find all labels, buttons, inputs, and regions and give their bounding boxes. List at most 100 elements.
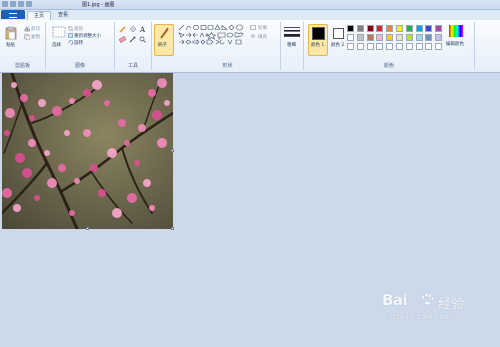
palette-swatch[interactable] xyxy=(425,25,433,32)
fill-shape-icon xyxy=(250,34,256,39)
undo-icon[interactable] xyxy=(18,1,24,7)
rainbow-icon xyxy=(449,25,463,37)
resize-handle-bottom[interactable] xyxy=(86,227,89,230)
brushes-label: 刷子 xyxy=(158,43,167,48)
tools-group-label: 工具 xyxy=(127,63,138,69)
resize-button[interactable]: 重新调整大小 xyxy=(74,33,101,39)
cut-button[interactable]: 剪切 xyxy=(31,26,40,32)
watermark-url: jingyan.baidu.com xyxy=(386,313,456,321)
palette-swatch[interactable] xyxy=(405,25,413,32)
paste-icon[interactable] xyxy=(5,26,17,40)
shapes-group-label: 形状 xyxy=(222,63,233,69)
palette-swatch[interactable] xyxy=(415,25,423,32)
palette-swatch[interactable] xyxy=(405,34,413,41)
save-icon[interactable] xyxy=(10,1,16,7)
palette-swatch[interactable] xyxy=(376,43,384,50)
edit-colors-button[interactable]: 编辑颜色 xyxy=(446,41,464,47)
palette-swatch[interactable] xyxy=(425,43,433,50)
size-button[interactable]: 粗细 xyxy=(287,42,296,48)
resize-icon xyxy=(68,33,73,38)
palette-swatch[interactable] xyxy=(366,34,374,41)
copy-button[interactable]: 复制 xyxy=(31,34,40,40)
palette-swatch[interactable] xyxy=(366,25,374,32)
image-group-label: 图像 xyxy=(74,63,85,69)
rotate-button[interactable]: 旋转 xyxy=(74,40,83,46)
tab-view[interactable]: 查看 xyxy=(52,11,74,20)
palette-swatch[interactable] xyxy=(405,43,413,50)
palette-swatch[interactable] xyxy=(376,25,384,32)
size-group: 粗细 xyxy=(281,22,304,70)
crop-button[interactable]: 裁剪 xyxy=(74,26,83,32)
palette-swatch[interactable] xyxy=(396,25,403,32)
window-title: 图1.jpg - 画图 xyxy=(82,2,115,8)
palette-swatch[interactable] xyxy=(347,25,354,32)
redo-icon[interactable] xyxy=(26,1,32,7)
colors-group-label: 颜色 xyxy=(383,63,394,69)
color2-swatch xyxy=(333,28,344,39)
select-button[interactable]: 选择 xyxy=(52,42,61,48)
palette-swatch[interactable] xyxy=(347,43,354,50)
scissors-icon xyxy=(24,26,30,32)
palette-swatch[interactable] xyxy=(386,25,394,32)
color1-swatch xyxy=(312,27,325,40)
resize-handle-corner[interactable] xyxy=(171,227,174,230)
quick-access-toolbar xyxy=(2,1,32,7)
color1-label: 颜色 1 xyxy=(311,43,325,48)
outline-icon xyxy=(250,25,256,30)
menu-icon xyxy=(9,13,17,18)
pencil-icon[interactable] xyxy=(119,26,126,33)
palette-swatch[interactable] xyxy=(425,34,433,41)
shapes-gallery-icons xyxy=(178,24,244,45)
palette-swatch[interactable] xyxy=(356,34,364,41)
ribbon-tab-row xyxy=(0,10,500,20)
palette-swatch[interactable] xyxy=(435,34,443,41)
image-group: 选择 裁剪 重新调整大小 旋转 图像 xyxy=(46,22,115,70)
svg-text:A: A xyxy=(139,26,146,33)
palette-swatch[interactable] xyxy=(366,43,374,50)
palette-swatch[interactable] xyxy=(435,25,443,32)
watermark-brand: Bai xyxy=(382,291,408,309)
select-icon[interactable] xyxy=(52,26,66,38)
color1-button[interactable]: 颜色 1 xyxy=(308,24,328,56)
clipboard-group: 粘贴 剪切 复制 剪贴板 xyxy=(0,22,46,70)
paint-app-icon[interactable] xyxy=(2,1,8,7)
palette-swatch[interactable] xyxy=(376,34,384,41)
palette-swatch[interactable] xyxy=(415,43,423,50)
palette-swatch[interactable] xyxy=(396,43,403,50)
palette-swatch[interactable] xyxy=(386,43,394,50)
brushes-button[interactable]: 刷子 xyxy=(154,24,174,56)
rotate-icon xyxy=(68,40,73,45)
plum-blossom-image xyxy=(2,73,173,229)
tools-group: A 工具 xyxy=(115,22,152,70)
paste-button[interactable]: 粘贴 xyxy=(6,42,15,48)
palette-swatch[interactable] xyxy=(386,34,394,41)
palette-swatch[interactable] xyxy=(415,34,423,41)
crop-icon xyxy=(68,26,73,31)
baidu-jingyan-watermark: Bai 经验 jingyan.baidu.com xyxy=(382,291,494,331)
color2-button[interactable]: 颜色 2 xyxy=(328,24,348,56)
outline-button[interactable]: 轮廓 xyxy=(258,25,267,31)
palette-swatch[interactable] xyxy=(435,43,443,50)
fill-button[interactable]: 填充 xyxy=(258,34,267,40)
resize-handle-right[interactable] xyxy=(171,149,174,152)
palette-swatch[interactable] xyxy=(356,43,364,50)
watermark-brand-cn: 经验 xyxy=(438,297,465,312)
magnifier-icon[interactable] xyxy=(139,36,146,43)
color-picker-icon[interactable] xyxy=(129,36,136,43)
palette-swatch[interactable] xyxy=(347,34,354,41)
fill-icon[interactable] xyxy=(129,26,136,33)
clipboard-group-label: 剪贴板 xyxy=(14,63,30,69)
canvas-image[interactable] xyxy=(2,73,173,229)
palette-swatch[interactable] xyxy=(396,34,403,41)
color2-label: 颜色 2 xyxy=(331,43,345,48)
text-icon[interactable]: A xyxy=(139,26,146,33)
palette-swatch[interactable] xyxy=(356,25,364,32)
paw-icon xyxy=(421,293,434,306)
size-icon[interactable] xyxy=(284,26,300,38)
copy-icon xyxy=(24,34,30,40)
shapes-gallery[interactable] xyxy=(178,24,246,50)
brush-icon xyxy=(160,27,169,39)
eraser-icon[interactable] xyxy=(119,36,126,43)
title-bar: 图1.jpg - 画图 xyxy=(0,0,500,10)
file-menu-button[interactable] xyxy=(1,10,25,19)
